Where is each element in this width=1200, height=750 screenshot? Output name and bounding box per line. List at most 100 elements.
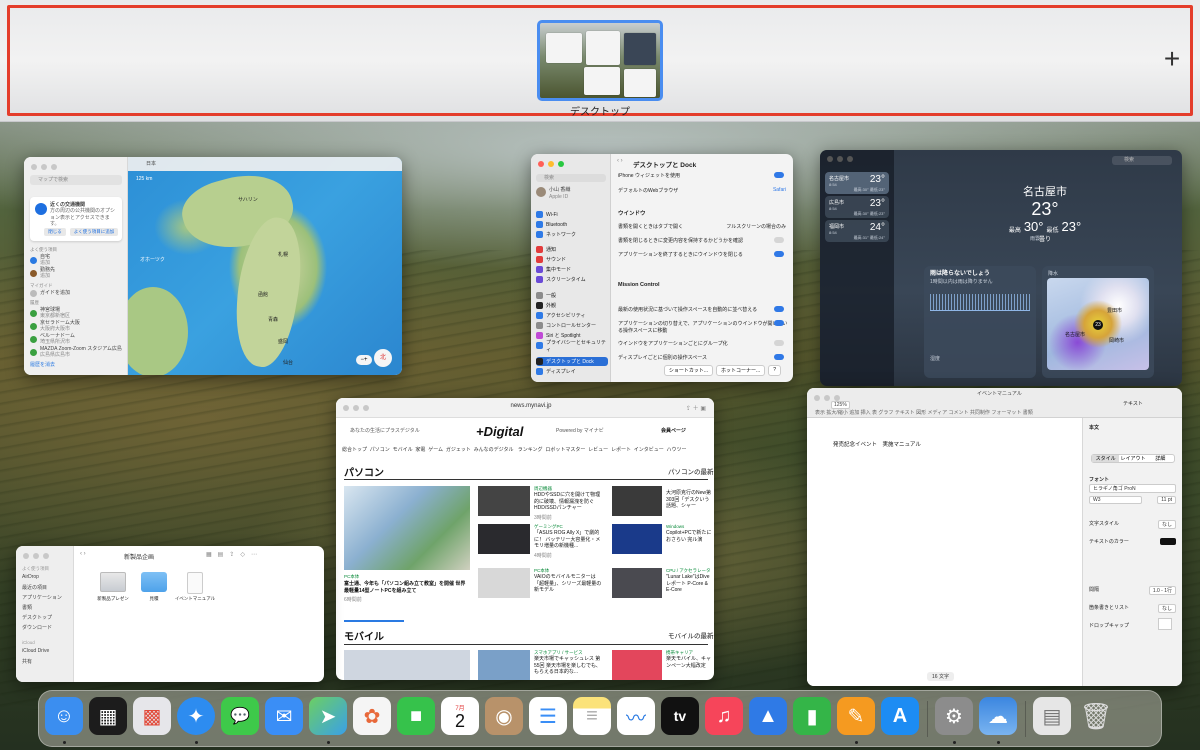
contacts-icon[interactable]: ◉ [485,697,523,735]
weather-city-item[interactable]: 広島市 8:54 23° 最高:30° 最低:23° [825,196,889,218]
sidebar-item-airdrop[interactable]: AirDrop [22,574,39,580]
photos-icon[interactable]: ✿ [353,697,391,735]
file-item[interactable]: イベントマニュアル [170,572,220,602]
sidebar-item-wifi[interactable]: Wi-Fi [536,210,608,219]
system-settings-window[interactable]: 検索 小山 香織 Apple ID Wi-Fi Bluetooth ネットワーク… [531,154,793,382]
toggle-switch[interactable] [774,237,784,243]
hot-corners-button[interactable]: ホットコーナー... [716,365,766,376]
safari-icon[interactable]: ✦ [177,697,215,735]
weather-search-input[interactable]: 検索 [1112,156,1172,165]
weather-icon[interactable]: ☁ [979,697,1017,735]
sidebar-item-recents[interactable]: 最近の項目 [22,584,47,591]
system-settings-icon[interactable]: ⚙ [935,697,973,735]
music-icon[interactable]: ♫ [705,697,743,735]
finder-toolbar-icons[interactable]: ▦▤⇪◇⋯ [206,551,263,558]
sidebar-item-appearance[interactable]: 外観 [536,301,608,310]
window-controls[interactable] [538,161,564,167]
sidebar-item-network[interactable]: ネットワーク [536,230,608,239]
sidebar-item-downloads[interactable]: ダウンロード [22,624,52,631]
article-thumb[interactable] [478,568,530,598]
sidebar-item-sound[interactable]: サウンド [536,255,608,264]
spacing-select[interactable]: 1.0 - 1行 [1148,586,1176,595]
toggle-switch[interactable] [774,172,784,178]
recent-item[interactable]: ベルーナドーム 埼玉県所沢市 [30,333,124,346]
paragraph-style[interactable]: 本文 [1089,424,1099,431]
nav-item[interactable]: ロボットマスター [545,447,585,453]
toggle-switch[interactable] [774,251,784,257]
tab-preference-select[interactable]: フルスクリーンの場合のみ [726,223,786,230]
sidebar-item-focus[interactable]: 集中モード [536,265,608,274]
map-canvas[interactable]: 125 km オホーツク サハリン 札幌 函館 青森 盛岡 仙台 −+ 北 [118,157,402,375]
font-weight-select[interactable]: W3 [1089,496,1142,504]
mail-icon[interactable]: ✉ [265,697,303,735]
finder-icon[interactable]: ☺ [45,697,83,735]
toggle-switch[interactable] [774,320,784,326]
nav-item[interactable]: みんなのデジタル [474,447,514,453]
tv-icon[interactable]: tv [661,697,699,735]
article-title[interactable]: VAIOのモバイルモニターは「超軽量」、シリーズ最軽量の新モデル [534,574,604,594]
messages-icon[interactable]: 💬 [221,697,259,735]
launchpad-icon[interactable]: ▩ [133,697,171,735]
article-thumb[interactable] [478,486,530,516]
char-style-select[interactable]: なし [1157,520,1176,529]
article-thumb[interactable] [478,650,530,680]
bullets-select[interactable]: なし [1157,604,1176,613]
nav-item[interactable]: モバイル [393,447,413,453]
card-add-favorite-button[interactable]: よく使う項目に追加 [70,228,118,236]
font-size-stepper[interactable]: 11 pt [1157,496,1176,504]
window-controls[interactable] [31,164,57,170]
nav-item[interactable]: ガジェット [446,447,471,453]
nav-item[interactable]: レポート [611,447,631,453]
site-logo[interactable]: +Digital [476,424,523,439]
sidebar-item-general[interactable]: 一般 [536,291,608,300]
text-color-swatch[interactable] [1160,538,1176,545]
sidebar-item-documents[interactable]: 書類 [22,604,32,611]
article-image[interactable] [344,486,470,570]
window-controls[interactable] [23,553,49,559]
tab-style[interactable]: スタイル [1092,455,1120,462]
dropcap-preview[interactable] [1158,618,1172,630]
maps-icon[interactable]: ➤ [309,697,347,735]
zoom-control[interactable]: −+ [356,355,372,365]
nav-item[interactable]: 家電 [415,447,425,453]
toggle-switch[interactable] [774,340,784,346]
article-title[interactable]: HDDやSSDに穴を開けて物理的に破壊、情報漏洩を防ぐHDD/SSDパンチャー [534,492,604,512]
sidebar-item-shared[interactable]: 共有 [22,658,32,665]
article-thumb[interactable] [612,486,662,516]
recent-item[interactable]: 神宮球場 東京都新宿区 [30,307,124,320]
sidebar-item-notifications[interactable]: 通知 [536,245,608,254]
nav-item[interactable]: 総合トップ [342,447,367,453]
nav-item[interactable]: ゲーム [428,447,443,453]
favorite-item-work[interactable]: 勤務先 追加 [30,267,124,280]
safari-window[interactable]: news.mynavi.jp ⇪ ＋ ▣ あなたの生活にプラスデジタル +Dig… [336,398,714,680]
font-name-select[interactable]: ヒラギノ角ゴ ProN [1089,484,1176,493]
nav-item[interactable]: ハウツー [667,447,687,453]
compass-icon[interactable]: 北 [374,349,392,367]
article-title[interactable]: "Lunar Lake"はDive レポート P-Core & E-Core [666,574,712,594]
nav-back-forward[interactable]: ‹ › [617,158,623,164]
sidebar-item-icloud-drive[interactable]: iCloud Drive [22,648,49,654]
add-space-button[interactable]: + [1157,44,1187,74]
article-title[interactable]: 「ASUS ROG Ally X」で劇的に！ バッテリー大容量化・メモリ増量の新… [534,530,604,550]
mission-control-icon[interactable]: ▦ [89,697,127,735]
nav-item[interactable]: レビュー [588,447,608,453]
document-canvas[interactable]: 発売記念イベント 実施マニュアル 16 文字 [807,418,1082,686]
article-title[interactable]: Copilot+PCで新たにおさらい 完ル演 [666,530,712,543]
window-controls[interactable] [827,156,853,162]
finder-window[interactable]: よく使う項目 AirDrop 最近の項目 アプリケーション 書類 デスクトップ … [16,546,324,682]
numbers-icon[interactable]: ▮ [793,697,831,735]
article-title[interactable]: 富士通、今年も「パソコン組み立て教室」を開催 世界最軽量14型ノートPCを組み立… [344,581,470,594]
sidebar-item-desktop[interactable]: デスクトップ [22,614,52,621]
recent-item[interactable]: 京セラドーム大阪 大阪府大阪市 [30,320,124,333]
zoom-select[interactable]: 125% [831,401,850,410]
sidebar-item-accessibility[interactable]: アクセシビリティ [536,311,608,320]
article-thumb[interactable] [612,650,662,680]
add-guide-item[interactable]: ガイドを追加 [30,290,124,297]
keynote-icon[interactable]: ▲ [749,697,787,735]
sidebar-item-control-center[interactable]: コントロールセンター [536,321,608,330]
app-store-icon[interactable]: A [881,697,919,735]
favorite-item-home[interactable]: 自宅 追加 [30,254,124,267]
reminders-icon[interactable]: ☰ [529,697,567,735]
facetime-icon[interactable]: ■ [397,697,435,735]
maps-window[interactable]: 125 km オホーツク サハリン 札幌 函館 青森 盛岡 仙台 −+ 北 日本… [24,157,402,375]
